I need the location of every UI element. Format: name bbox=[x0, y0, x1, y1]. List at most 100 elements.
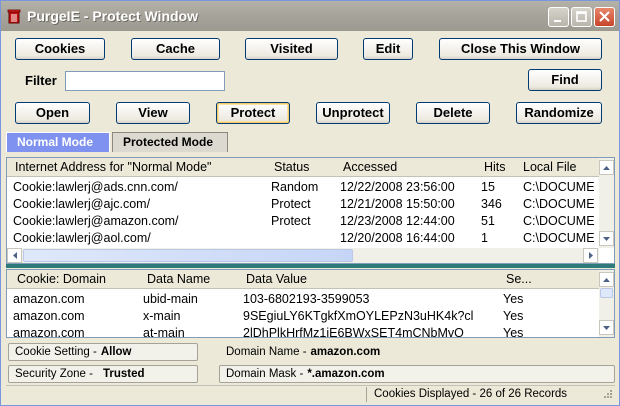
table-row[interactable]: Cookie:lawlerj@ajc.com/ Protect 12/21/20… bbox=[7, 196, 601, 213]
scroll-down-button[interactable] bbox=[599, 320, 614, 335]
vertical-scrollbar[interactable] bbox=[599, 158, 614, 248]
close-icon bbox=[599, 11, 610, 22]
arrow-left-icon bbox=[13, 252, 17, 259]
list-header: Internet Address for "Normal Mode" Statu… bbox=[7, 158, 601, 177]
purgeie-protect-window: PurgeIE - Protect Window Cookies Cache V… bbox=[0, 0, 620, 406]
column-header-data-value[interactable]: Data Value bbox=[246, 272, 307, 286]
cookie-data-list[interactable]: Cookie: Domain Data Name Data Value Se..… bbox=[6, 269, 615, 338]
column-header-status[interactable]: Status bbox=[274, 160, 309, 174]
minimize-button[interactable] bbox=[548, 7, 569, 27]
cell-domain: amazon.com bbox=[13, 309, 85, 323]
open-button[interactable]: Open bbox=[15, 102, 90, 124]
window-title: PurgeIE - Protect Window bbox=[27, 8, 198, 24]
table-row[interactable]: amazon.com x-main 9SEgiuLY6KTgkfXmOYLEPz… bbox=[7, 308, 601, 325]
status-bar: Cookies Displayed - 26 of 26 Records bbox=[6, 385, 615, 403]
cell-domain: amazon.com bbox=[13, 326, 85, 338]
domain-mask-field: Domain Mask - *.amazon.com bbox=[219, 365, 615, 383]
cell-hits: 15 bbox=[481, 180, 495, 194]
table-row[interactable]: Cookie:lawlerj@aol.com/ 12/20/2008 16:44… bbox=[7, 230, 601, 247]
internet-address-list[interactable]: Internet Address for "Normal Mode" Statu… bbox=[6, 157, 615, 264]
column-header-local-file[interactable]: Local File bbox=[523, 160, 577, 174]
scroll-down-button[interactable] bbox=[599, 231, 614, 246]
cell-data-name: ubid-main bbox=[143, 292, 198, 306]
pane-splitter[interactable] bbox=[6, 264, 615, 268]
scroll-left-button[interactable] bbox=[7, 248, 22, 263]
table-row[interactable]: amazon.com at-main 2lDhPlkHrfMz1iE6BWxSE… bbox=[7, 325, 601, 338]
edit-button[interactable]: Edit bbox=[363, 38, 413, 60]
cell-status: Protect bbox=[271, 214, 311, 228]
cell-local-file: C:\DOCUME bbox=[523, 197, 595, 211]
scroll-thumb[interactable] bbox=[600, 288, 613, 298]
table-row[interactable]: Cookie:lawlerj@ads.cnn.com/ Random 12/22… bbox=[7, 179, 601, 196]
view-button[interactable]: View bbox=[116, 102, 190, 124]
arrow-right-icon bbox=[589, 252, 593, 259]
randomize-button[interactable]: Randomize bbox=[516, 102, 602, 124]
column-header-accessed[interactable]: Accessed bbox=[343, 160, 397, 174]
cell-secure: Yes bbox=[503, 309, 524, 323]
cell-data-value: 9SEgiuLY6KTgkfXmOYLEPzN3uHK4k?cl bbox=[243, 309, 474, 323]
arrow-down-icon bbox=[603, 326, 610, 330]
find-button[interactable]: Find bbox=[528, 69, 602, 91]
cell-accessed: 12/23/2008 12:44:00 bbox=[340, 214, 455, 228]
cell-status: Random bbox=[271, 180, 319, 194]
cell-accessed: 12/22/2008 23:56:00 bbox=[340, 180, 455, 194]
tab-protected-mode[interactable]: Protected Mode bbox=[112, 132, 228, 152]
cell-data-value: 2lDhPlkHrfMz1iE6BWxSET4mCNbMvQ bbox=[243, 326, 464, 338]
close-button[interactable] bbox=[594, 7, 615, 27]
cell-local-file: C:\DOCUME bbox=[523, 231, 595, 245]
arrow-up-icon bbox=[603, 166, 610, 170]
maximize-icon bbox=[576, 11, 587, 22]
cell-hits: 51 bbox=[481, 214, 495, 228]
status-separator bbox=[366, 387, 367, 402]
visited-button[interactable]: Visited bbox=[245, 38, 338, 60]
resize-grip-icon[interactable] bbox=[601, 389, 613, 401]
scroll-up-button[interactable] bbox=[599, 160, 614, 175]
tab-normal-mode[interactable]: Normal Mode bbox=[6, 132, 110, 152]
column-header-domain[interactable]: Cookie: Domain bbox=[17, 272, 106, 286]
horizontal-scrollbar[interactable] bbox=[7, 248, 599, 263]
cookie-setting-field: Cookie Setting - Allow bbox=[8, 343, 198, 361]
cache-button[interactable]: Cache bbox=[131, 38, 220, 60]
cookie-setting-label: Cookie Setting - bbox=[15, 346, 97, 358]
cell-accessed: 12/21/2008 15:50:00 bbox=[340, 197, 455, 211]
cell-data-value: 103-6802193-3599053 bbox=[243, 292, 370, 306]
domain-name-label: Domain Name - bbox=[226, 346, 307, 358]
column-header-hits[interactable]: Hits bbox=[484, 160, 506, 174]
cell-address: Cookie:lawlerj@aol.com/ bbox=[13, 231, 151, 245]
cell-local-file: C:\DOCUME bbox=[523, 180, 595, 194]
security-zone-field: Security Zone - Trusted bbox=[8, 365, 198, 383]
column-header-data-name[interactable]: Data Name bbox=[147, 272, 210, 286]
protect-button[interactable]: Protect bbox=[216, 102, 290, 124]
cell-accessed: 12/20/2008 16:44:00 bbox=[340, 231, 455, 245]
records-count-text: Cookies Displayed - 26 of 26 Records bbox=[374, 388, 568, 400]
title-bar[interactable]: PurgeIE - Protect Window bbox=[1, 1, 619, 31]
table-row[interactable]: amazon.com ubid-main 103-6802193-3599053… bbox=[7, 291, 601, 308]
cell-hits: 1 bbox=[481, 231, 488, 245]
arrow-down-icon bbox=[603, 237, 610, 241]
cookie-setting-value: Allow bbox=[100, 346, 132, 358]
scroll-up-button[interactable] bbox=[599, 272, 614, 287]
scroll-right-button[interactable] bbox=[583, 248, 598, 263]
security-zone-label: Security Zone - bbox=[15, 368, 93, 380]
cookies-button[interactable]: Cookies bbox=[15, 38, 105, 60]
maximize-button[interactable] bbox=[571, 7, 592, 27]
cell-data-name: x-main bbox=[143, 309, 181, 323]
cell-address: Cookie:lawlerj@ads.cnn.com/ bbox=[13, 180, 178, 194]
close-this-window-button[interactable]: Close This Window bbox=[439, 38, 602, 60]
filter-input[interactable] bbox=[65, 71, 225, 91]
security-zone-value: Trusted bbox=[102, 368, 145, 380]
unprotect-button[interactable]: Unprotect bbox=[316, 102, 390, 124]
domain-mask-value: *.amazon.com bbox=[307, 368, 385, 380]
vertical-scrollbar[interactable] bbox=[599, 270, 614, 337]
scroll-thumb[interactable] bbox=[23, 249, 353, 262]
cell-address: Cookie:lawlerj@ajc.com/ bbox=[13, 197, 151, 211]
filter-label: Filter bbox=[25, 73, 57, 88]
column-header-secure[interactable]: Se... bbox=[506, 272, 532, 286]
trash-can-icon bbox=[7, 9, 21, 24]
cell-status: Protect bbox=[271, 197, 311, 211]
cell-domain: amazon.com bbox=[13, 292, 85, 306]
table-row[interactable]: Cookie:lawlerj@amazon.com/ Protect 12/23… bbox=[7, 213, 601, 230]
delete-button[interactable]: Delete bbox=[416, 102, 490, 124]
column-header-address[interactable]: Internet Address for "Normal Mode" bbox=[15, 160, 211, 174]
cell-hits: 346 bbox=[481, 197, 502, 211]
